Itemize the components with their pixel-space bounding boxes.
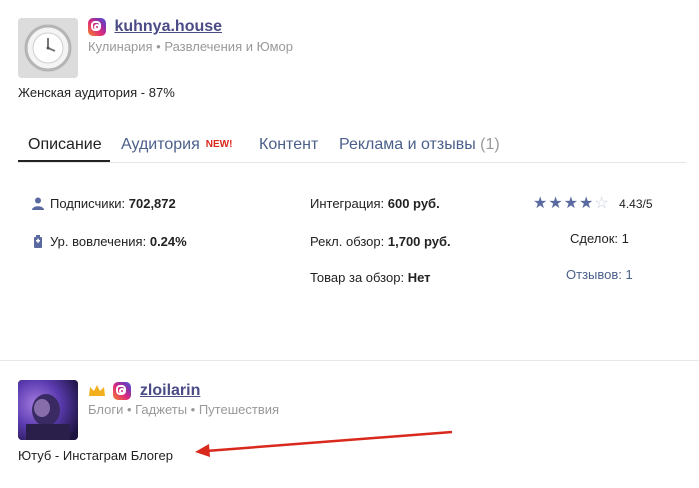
profile-photo (18, 380, 78, 440)
instagram-icon (88, 18, 106, 36)
rating-block: ★★★★☆ 4.43/5 (533, 193, 653, 213)
active-tab-underline (18, 160, 110, 162)
battery-icon (34, 235, 42, 248)
clock-logo-icon (18, 18, 78, 78)
star-icon: ★ (579, 195, 595, 212)
user-icon (32, 197, 44, 210)
integration-label: Интеграция: (310, 196, 385, 211)
integration-value: 600 руб. (387, 196, 440, 211)
product-value: Нет (407, 270, 431, 285)
product-for-review: Товар за обзор: Нет (310, 270, 431, 285)
star-icon: ★ (563, 195, 580, 212)
instagram-icon (113, 382, 132, 400)
channel-description: Ютуб - Инстаграм Блогер (18, 448, 173, 463)
channel-handle[interactable]: kuhnya.house (114, 18, 222, 35)
annotation-arrow-icon (195, 430, 453, 457)
tab-label: Контент (259, 136, 319, 153)
subscribers-label: Подписчики: (50, 196, 126, 211)
tab-content[interactable]: Контент (259, 136, 318, 154)
handle-row-2: zloilarin (88, 382, 200, 400)
channel-handle[interactable]: zloilarin (140, 382, 200, 399)
tab-audience[interactable]: Аудитория NEW! (121, 136, 232, 154)
tab-count: (1) (480, 136, 500, 153)
channel-categories: Кулинария • Развлечения и Юмор (88, 39, 293, 54)
tab-ads-reviews[interactable]: Реклама и отзывы (1) (339, 136, 500, 154)
tab-label: Реклама и отзывы (339, 136, 476, 153)
tabs-bar: Описание Аудитория NEW! Контент Реклама и… (18, 130, 686, 163)
ad-review-price: Рекл. обзор: 1,700 руб. (310, 234, 451, 249)
subscribers-stat: Подписчики: 702,872 (32, 196, 176, 211)
ad-review-label: Рекл. обзор: (310, 234, 385, 249)
star-rating: ★★★★☆ (533, 195, 615, 212)
audience-summary: Женская аудитория - 87% (18, 85, 175, 100)
avatar-kuhnya-house[interactable] (18, 18, 78, 78)
tab-description[interactable]: Описание (28, 136, 102, 154)
product-label: Товар за обзор: (310, 270, 405, 285)
new-badge: NEW! (205, 139, 233, 151)
engagement-label: Ур. вовлечения: (50, 234, 147, 249)
engagement-value: 0.24% (149, 234, 187, 249)
tab-label: Описание (28, 136, 102, 153)
rating-value: 4.43/5 (619, 197, 653, 211)
deals-count: Сделок: 1 (570, 231, 629, 246)
star-empty-icon: ☆ (594, 195, 610, 212)
engagement-stat: Ур. вовлечения: 0.24% (32, 234, 187, 249)
reviews-link[interactable]: Отзывов: 1 (566, 267, 633, 282)
star-icon: ★ (533, 195, 549, 212)
integration-price: Интеграция: 600 руб. (310, 196, 440, 211)
channel-categories: Блоги • Гаджеты • Путешествия (88, 402, 280, 417)
crown-icon (89, 385, 105, 396)
subscribers-value: 702,872 (128, 196, 176, 211)
avatar-zloilarin[interactable] (18, 380, 78, 440)
tab-label: Аудитория (121, 136, 200, 153)
handle-row: kuhnya.house (88, 18, 222, 36)
star-icon: ★ (548, 195, 564, 212)
card-divider (0, 360, 699, 361)
ad-review-value: 1,700 руб. (387, 234, 451, 249)
